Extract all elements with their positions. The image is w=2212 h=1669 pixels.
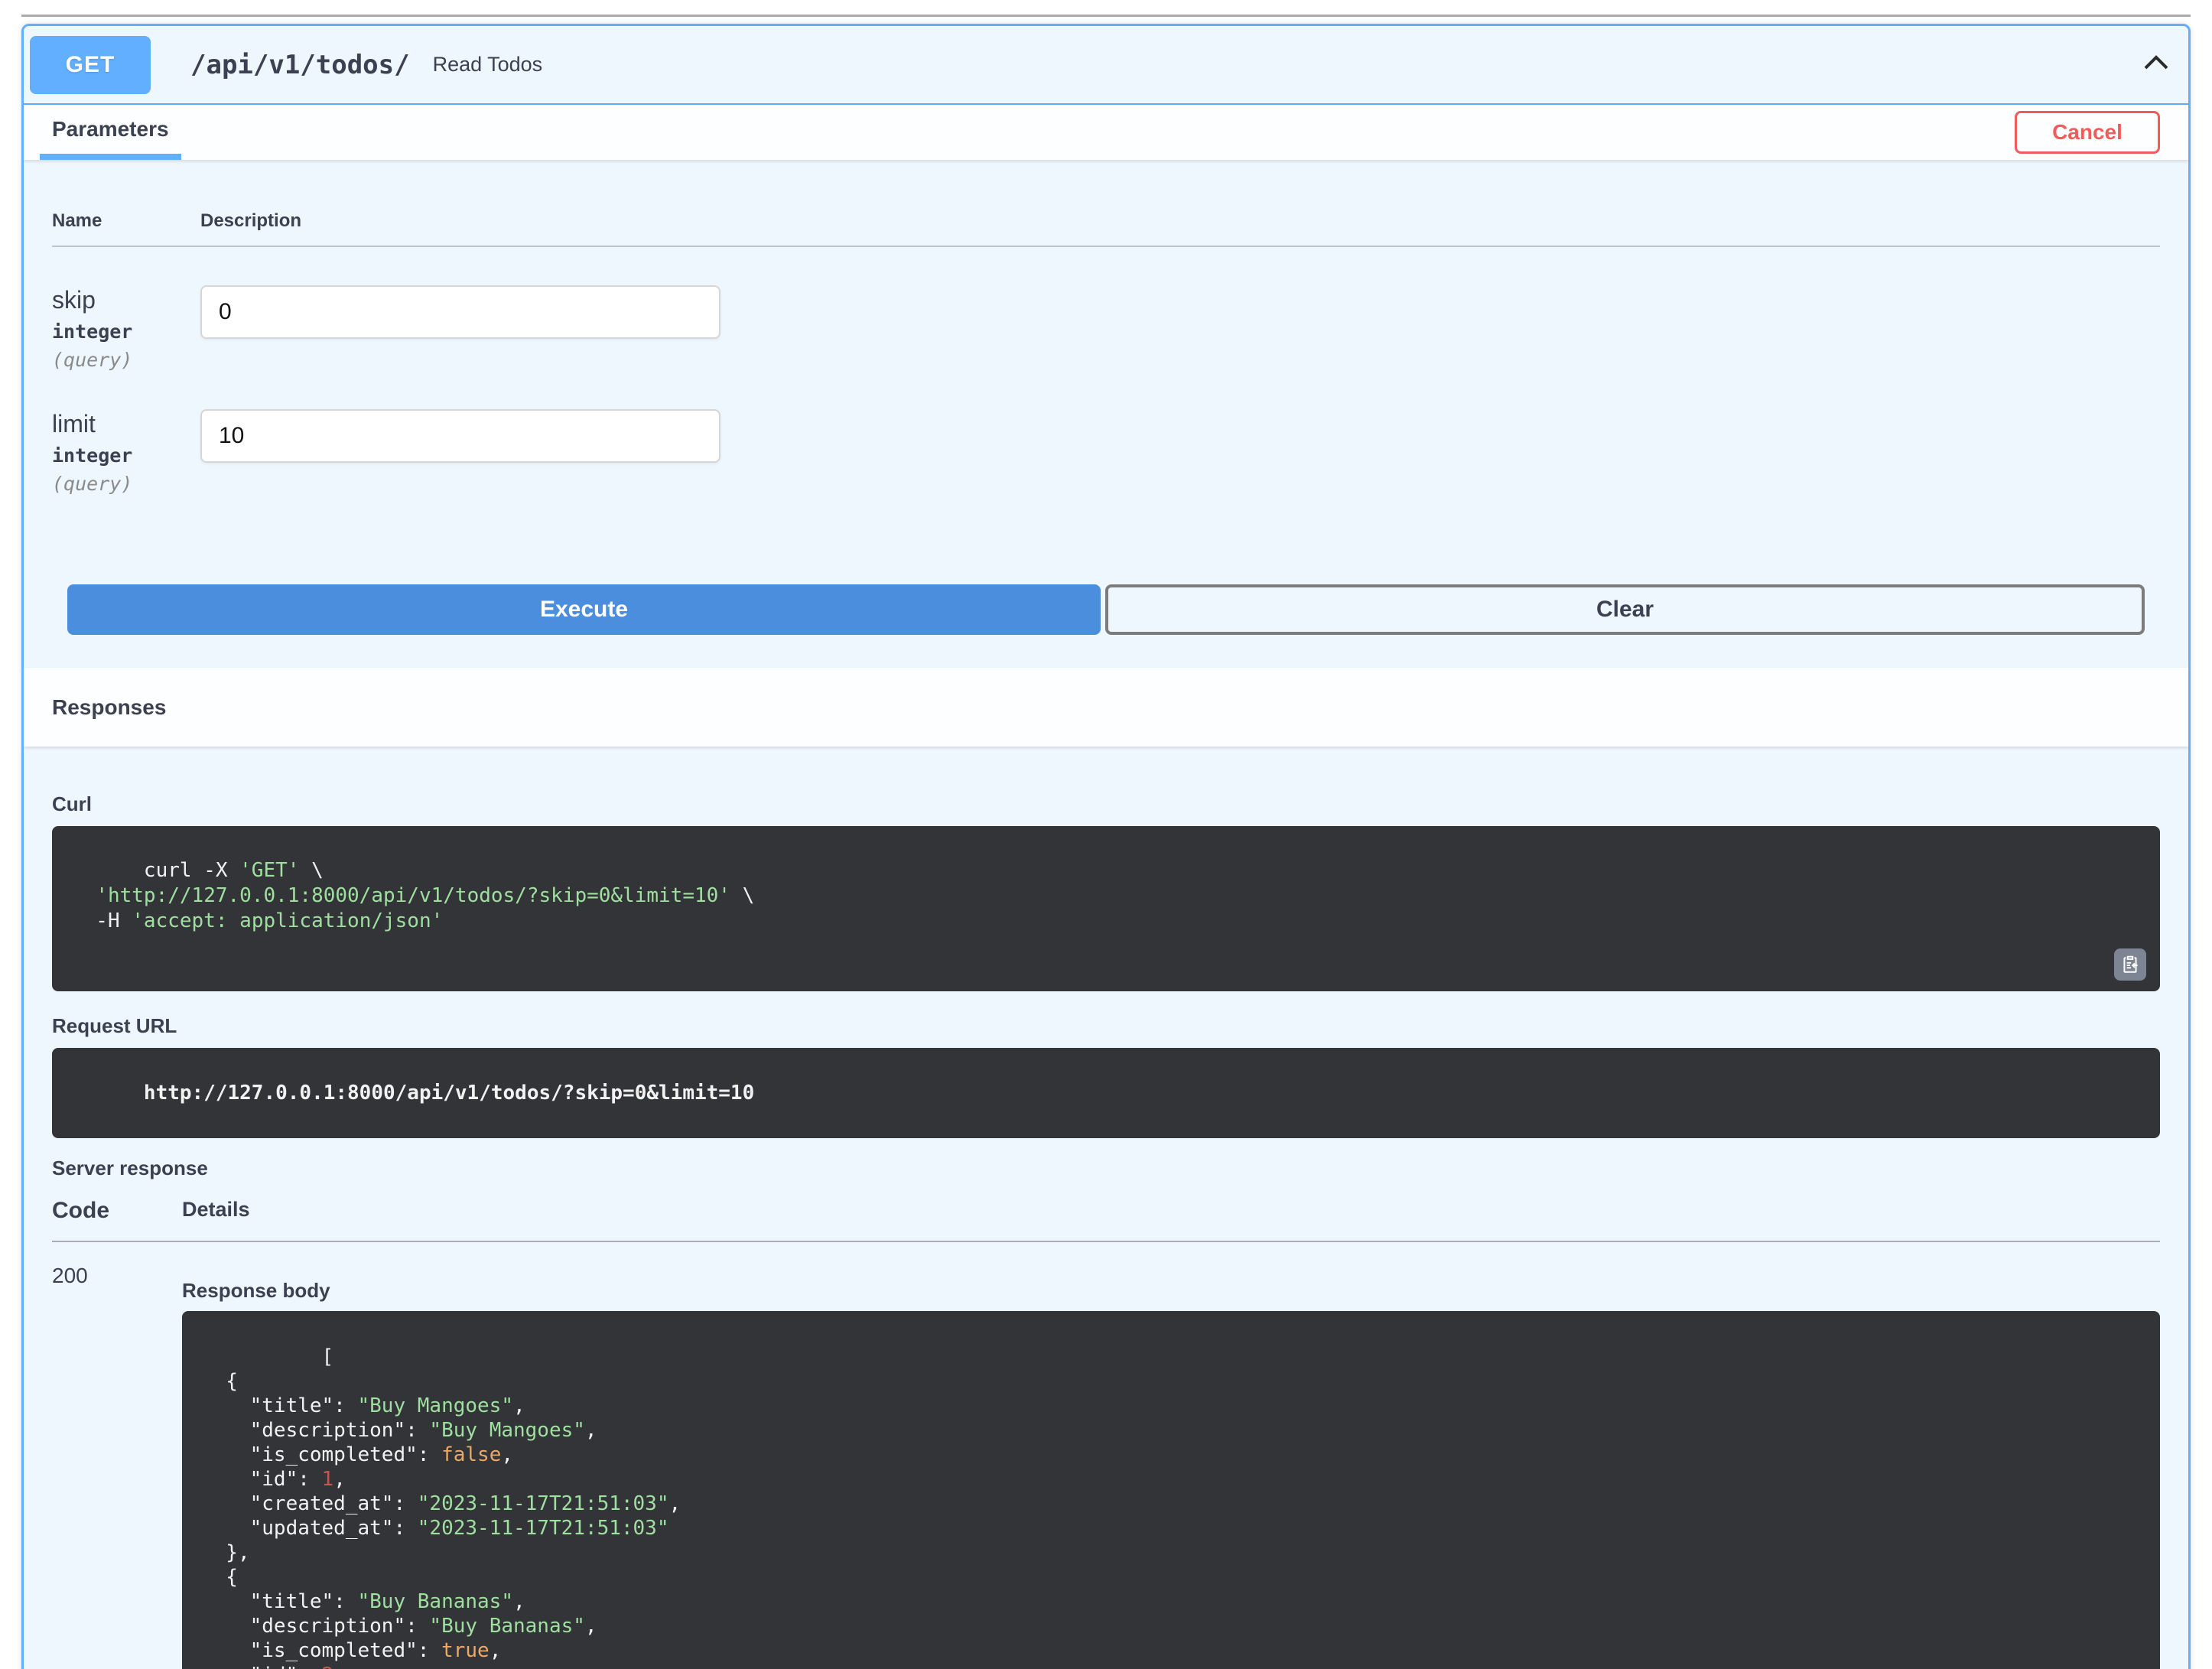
parameters-section-header: Parameters Cancel xyxy=(24,105,2188,160)
responses-title: Responses xyxy=(52,695,167,719)
server-response-label: Server response xyxy=(52,1157,208,1179)
responses-content: Curl curl -X 'GET' \ 'http://127.0.0.1:8… xyxy=(24,792,2188,1669)
opblock-get-todos: GET /api/v1/todos/ Read Todos Parameters… xyxy=(21,24,2191,1669)
endpoint-summary: Read Todos xyxy=(432,53,543,76)
request-url-value: http://127.0.0.1:8000/api/v1/todos/?skip… xyxy=(143,1082,755,1105)
parameter-row-skip: skip integer (query) xyxy=(52,285,2160,371)
clipboard-copy-icon xyxy=(2123,955,2138,973)
endpoint-path: /api/v1/todos/ xyxy=(190,49,410,80)
parameter-name: limit xyxy=(52,410,96,438)
method-badge: GET xyxy=(30,35,151,94)
parameters-table-head: Name Description xyxy=(52,210,2160,247)
collapse-chevron-icon[interactable] xyxy=(2142,54,2170,76)
section-divider xyxy=(21,15,2191,17)
curl-label: Curl xyxy=(52,792,92,815)
parameters-table: Name Description skip integer (query) li… xyxy=(24,210,2188,495)
curl-code-block: curl -X 'GET' \ 'http://127.0.0.1:8000/a… xyxy=(52,826,2160,991)
execute-button[interactable]: Execute xyxy=(67,584,1101,635)
tab-parameters[interactable]: Parameters xyxy=(40,105,181,160)
server-response-table-head: Code Details xyxy=(52,1198,2160,1242)
limit-input[interactable] xyxy=(200,409,721,463)
response-body-block: [ { "title": "Buy Mangoes", "description… xyxy=(182,1311,2160,1669)
parameter-name-cell: limit integer (query) xyxy=(52,409,200,495)
response-body-json: [ { "title": "Buy Mangoes", "description… xyxy=(226,1345,681,1669)
request-url-block: http://127.0.0.1:8000/api/v1/todos/?skip… xyxy=(52,1048,2160,1138)
parameter-name: skip xyxy=(52,286,96,314)
column-header-description: Description xyxy=(200,210,302,231)
copy-curl-button[interactable] xyxy=(2114,948,2146,981)
parameter-type: integer xyxy=(52,320,133,343)
column-header-code: Code xyxy=(52,1198,109,1223)
response-body-label: Response body xyxy=(182,1279,330,1302)
clear-button[interactable]: Clear xyxy=(1105,584,2145,635)
parameter-type: integer xyxy=(52,444,133,467)
status-code: 200 xyxy=(52,1264,88,1287)
column-header-details: Details xyxy=(182,1198,250,1221)
server-response-row: 200 Response body [ { "title": "Buy Mang… xyxy=(52,1264,2160,1669)
operation-summary[interactable]: GET /api/v1/todos/ Read Todos xyxy=(24,26,2188,105)
parameter-row-limit: limit integer (query) xyxy=(52,409,2160,495)
parameter-location: (query) xyxy=(52,349,133,371)
column-header-name: Name xyxy=(52,210,102,231)
parameter-name-cell: skip integer (query) xyxy=(52,285,200,371)
responses-section-header: Responses xyxy=(24,668,2188,747)
execute-row: Execute Clear xyxy=(67,584,2145,635)
cancel-button[interactable]: Cancel xyxy=(2015,111,2160,154)
tab-parameters-label: Parameters xyxy=(52,117,169,141)
request-url-label: Request URL xyxy=(52,1014,177,1037)
curl-command: curl -X 'GET' \ 'http://127.0.0.1:8000/a… xyxy=(96,859,755,932)
skip-input[interactable] xyxy=(200,285,721,339)
parameter-location: (query) xyxy=(52,473,133,495)
parameter-description-cell xyxy=(200,409,721,495)
response-details-cell: Response body [ { "title": "Buy Mangoes"… xyxy=(182,1264,2160,1669)
parameter-description-cell xyxy=(200,285,721,371)
